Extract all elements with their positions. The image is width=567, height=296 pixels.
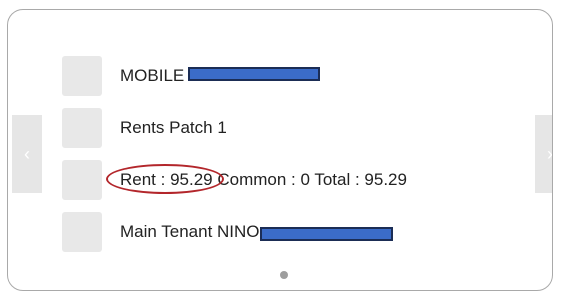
thumbnail-placeholder [62, 108, 102, 148]
thumbnail-placeholder [62, 212, 102, 252]
redaction-box [259, 227, 393, 241]
chevron-right-icon: › [547, 144, 553, 164]
main-tenant-label: Main Tenant NINO [120, 222, 260, 241]
thumbnail-placeholder [62, 160, 102, 200]
redaction-box [188, 67, 321, 81]
carousel-card: ‹ › MOBILE Rents Patch 1 Rent : 95.29 Co… [7, 9, 553, 291]
item-label: Main Tenant NINO [120, 222, 393, 242]
carousel-next-button[interactable]: › [535, 115, 553, 193]
common-total-text: Common : 0 Total : 95.29 [212, 170, 407, 189]
mobile-label: MOBILE [120, 66, 185, 85]
item-label: MOBILE [120, 66, 321, 86]
list-item[interactable]: Rents Patch 1 [62, 108, 227, 148]
pagination-dot[interactable] [280, 271, 288, 279]
rents-patch-label: Rents Patch 1 [120, 118, 227, 137]
item-label: Rent : 95.29 Common : 0 Total : 95.29 [106, 164, 407, 194]
list-item[interactable]: Rent : 95.29 Common : 0 Total : 95.29 [62, 160, 407, 200]
list-item[interactable]: MOBILE [62, 56, 321, 96]
item-label: Rents Patch 1 [120, 118, 227, 138]
carousel-prev-button[interactable]: ‹ [12, 115, 42, 193]
rent-value-text: Rent : 95.29 [106, 164, 224, 194]
list-item[interactable]: Main Tenant NINO [62, 212, 393, 252]
thumbnail-placeholder [62, 56, 102, 96]
chevron-left-icon: ‹ [24, 144, 30, 164]
rent-text: Rent : 95.29 [120, 170, 213, 189]
